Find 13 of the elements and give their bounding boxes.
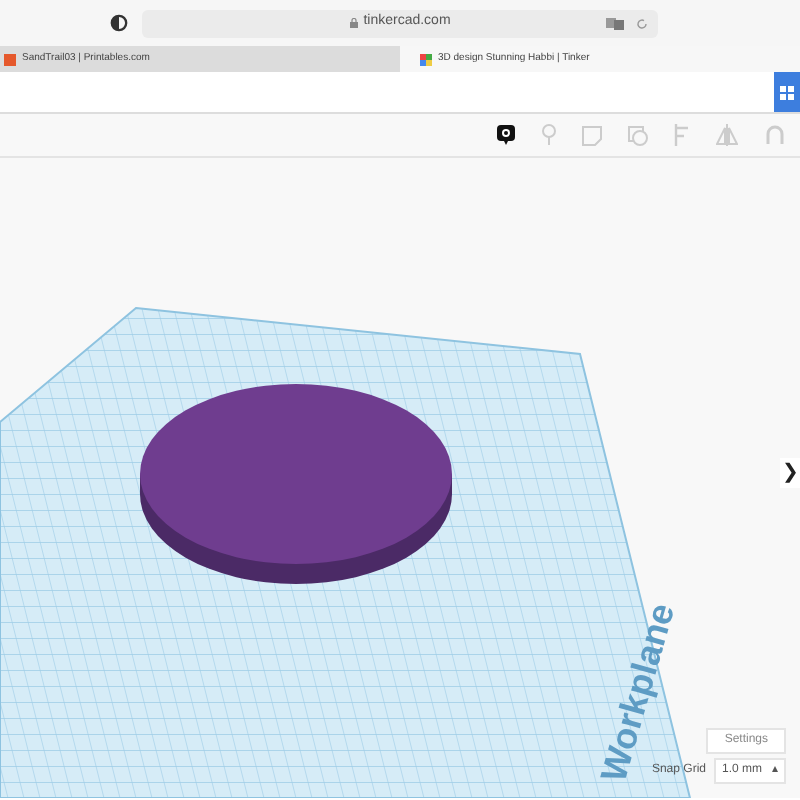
panel-toggle[interactable]: ❯ [780,458,800,488]
align-icon[interactable] [674,124,690,146]
mirror-icon[interactable] [716,124,738,146]
note-icon[interactable] [582,125,602,145]
grid-view-button[interactable] [774,72,800,112]
grid-icon [780,85,794,99]
group-icon[interactable] [628,125,648,145]
cylinder-shape[interactable] [140,384,452,584]
lock-icon [349,18,358,28]
speech-bubble-icon[interactable] [496,124,516,146]
favicon-icon [420,53,432,65]
reload-icon[interactable] [636,17,648,29]
favicon-icon [4,53,16,65]
